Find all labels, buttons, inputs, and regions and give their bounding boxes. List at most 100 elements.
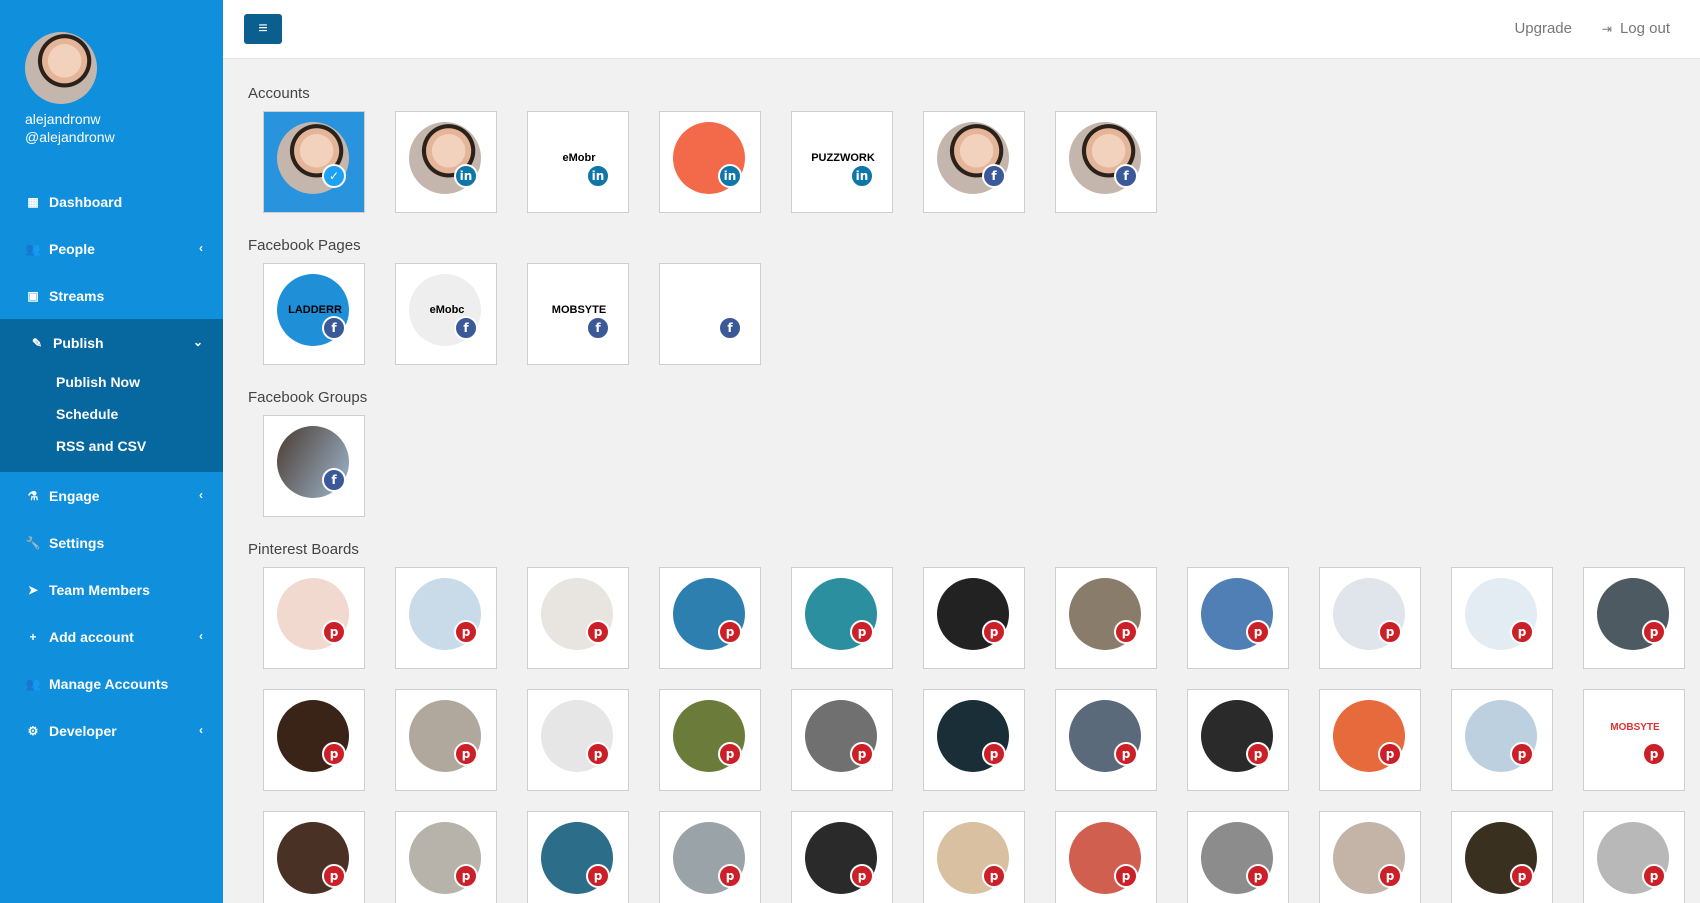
linkedin-icon: in (586, 164, 610, 188)
pinterest-board-tile[interactable]: p (1319, 567, 1421, 669)
pinterest-icon: p (454, 742, 478, 766)
pinterest-board-tile[interactable]: p (659, 811, 761, 903)
user-handle: @alejandronw (25, 129, 115, 145)
sidebar-item-dashboard[interactable]: ▦ Dashboard (0, 178, 223, 225)
account-tile[interactable]: ✓ (263, 111, 365, 213)
pinterest-board-tile[interactable]: MOBSYTE p (1583, 689, 1685, 791)
sidebar-item-settings[interactable]: 🔧 Settings (0, 519, 223, 566)
pinterest-icon: p (322, 864, 346, 888)
pinterest-board-tile[interactable]: p (263, 567, 365, 669)
board-logo-text: MOBSYTE (1610, 722, 1660, 733)
pinterest-icon: p (718, 620, 742, 644)
facebook-icon: f (322, 316, 346, 340)
pinterest-board-tile[interactable]: p (923, 689, 1025, 791)
sidebar-item-people[interactable]: 👥 People ‹ (0, 225, 223, 272)
pinterest-board-tile[interactable]: p (1055, 689, 1157, 791)
pinterest-board-tile[interactable]: p (659, 689, 761, 791)
sidebar-item-streams[interactable]: ▣ Streams (0, 272, 223, 319)
account-tile[interactable]: MOBSYTE f (527, 263, 629, 365)
sidebar-item-label: Developer (49, 722, 117, 739)
sidebar-item-label: Dashboard (49, 193, 123, 210)
pinterest-board-tile[interactable]: p (1187, 567, 1289, 669)
pinterest-board-tile[interactable]: p (1055, 811, 1157, 903)
sidebar-subitem-rss-csv[interactable]: RSS and CSV (0, 430, 223, 462)
pinterest-board-tile[interactable]: p (527, 811, 629, 903)
pinterest-board-tile[interactable]: p (527, 689, 629, 791)
users-icon: 👥 (25, 676, 41, 691)
flask-icon: ⚗ (27, 488, 39, 503)
sidebar-subitem-publish-now[interactable]: Publish Now (0, 366, 223, 398)
sidebar-item-manage-accounts[interactable]: 👥 Manage Accounts (0, 660, 223, 707)
account-tile[interactable]: eMobc f (395, 263, 497, 365)
facebook-icon: f (454, 316, 478, 340)
pinterest-icon: p (1246, 620, 1270, 644)
pinterest-icon: p (1642, 742, 1666, 766)
pinterest-board-tile[interactable]: p (791, 689, 893, 791)
pinterest-board-tile[interactable]: p (1187, 689, 1289, 791)
account-tile[interactable]: f (1055, 111, 1157, 213)
facebook-icon: f (322, 468, 346, 492)
pinterest-board-tile[interactable]: p (1187, 811, 1289, 903)
account-tile[interactable]: PUZZWORK in (791, 111, 893, 213)
pinterest-board-tile[interactable]: p (527, 567, 629, 669)
pinterest-icon: p (322, 742, 346, 766)
account-tile[interactable]: f (923, 111, 1025, 213)
pinterest-board-tile[interactable]: p (1319, 811, 1421, 903)
pinterest-board-tile[interactable]: p (395, 811, 497, 903)
pinterest-board-tile[interactable]: p (791, 567, 893, 669)
pinterest-board-tile[interactable]: p (263, 689, 365, 791)
logout-icon: ⇥ (1601, 22, 1612, 36)
account-tile[interactable]: eMobr in (527, 111, 629, 213)
account-logo-text: eMobc (429, 304, 465, 316)
pinterest-board-tile[interactable]: p (1055, 567, 1157, 669)
pinterest-board-tile[interactable]: p (1451, 811, 1553, 903)
pinterest-board-tile[interactable]: p (395, 689, 497, 791)
pinterest-icon: p (454, 620, 478, 644)
accounts-row: ✓ in eMobr in in PUZZWORK in f f (263, 111, 1187, 213)
pinterest-board-tile[interactable]: p (263, 811, 365, 903)
pinterest-board-tile[interactable]: p (1319, 689, 1421, 791)
pinterest-icon: p (586, 620, 610, 644)
sidebar-item-developer[interactable]: ⚙ Developer ‹ (0, 707, 223, 754)
account-tile[interactable]: LADDERR f (263, 263, 365, 365)
section-title-facebook-groups: Facebook Groups (248, 389, 368, 406)
upgrade-link[interactable]: Upgrade (1514, 20, 1572, 37)
pinterest-board-tile[interactable]: p (659, 567, 761, 669)
pinterest-board-tile[interactable]: p (791, 811, 893, 903)
pinterest-icon: p (586, 864, 610, 888)
account-tile[interactable]: in (395, 111, 497, 213)
chevron-left-icon: ‹ (199, 488, 203, 502)
logout-link[interactable]: ⇥ Log out (1602, 20, 1670, 37)
pinterest-icon: p (1246, 864, 1270, 888)
account-logo-text: MOBSYTE (551, 304, 607, 316)
menu-toggle-button[interactable]: ≡ (244, 14, 282, 44)
sidebar-item-add-account[interactable]: + Add account ‹ (0, 613, 223, 660)
sidebar-item-publish[interactable]: ✎ Publish ⌄ (4, 319, 223, 366)
account-tile[interactable]: f (659, 263, 761, 365)
pinterest-board-tile[interactable]: p (1451, 689, 1553, 791)
pinterest-board-tile[interactable]: p (923, 811, 1025, 903)
pinterest-board-tile[interactable]: p (1583, 811, 1685, 903)
publish-submenu: Publish Now Schedule RSS and CSV (0, 366, 223, 472)
sidebar-item-label: Manage Accounts (49, 675, 169, 692)
top-bar: ≡ Upgrade ⇥ Log out (223, 0, 1700, 59)
sidebar-subitem-schedule[interactable]: Schedule (0, 398, 223, 430)
pinterest-board-tile[interactable]: p (395, 567, 497, 669)
pinterest-icon: p (850, 742, 874, 766)
sidebar-item-engage[interactable]: ⚗ Engage ‹ (0, 472, 223, 519)
pinterest-board-tile[interactable]: p (1583, 567, 1685, 669)
sidebar-item-team-members[interactable]: ➤ Team Members (0, 566, 223, 613)
facebook-icon: f (718, 316, 742, 340)
pinterest-board-tile[interactable]: p (1451, 567, 1553, 669)
sidebar-item-label: Engage (49, 487, 100, 504)
pinterest-board-tile[interactable]: p (923, 567, 1025, 669)
account-logo-text: LADDERR (288, 304, 342, 316)
user-avatar[interactable] (25, 32, 97, 104)
pinterest-icon: p (718, 742, 742, 766)
section-title-accounts: Accounts (248, 85, 310, 102)
account-tile[interactable]: f (263, 415, 365, 517)
pinterest-icon: p (1378, 620, 1402, 644)
linkedin-icon: in (454, 164, 478, 188)
sidebar-item-label: Settings (49, 534, 105, 551)
account-tile[interactable]: in (659, 111, 761, 213)
